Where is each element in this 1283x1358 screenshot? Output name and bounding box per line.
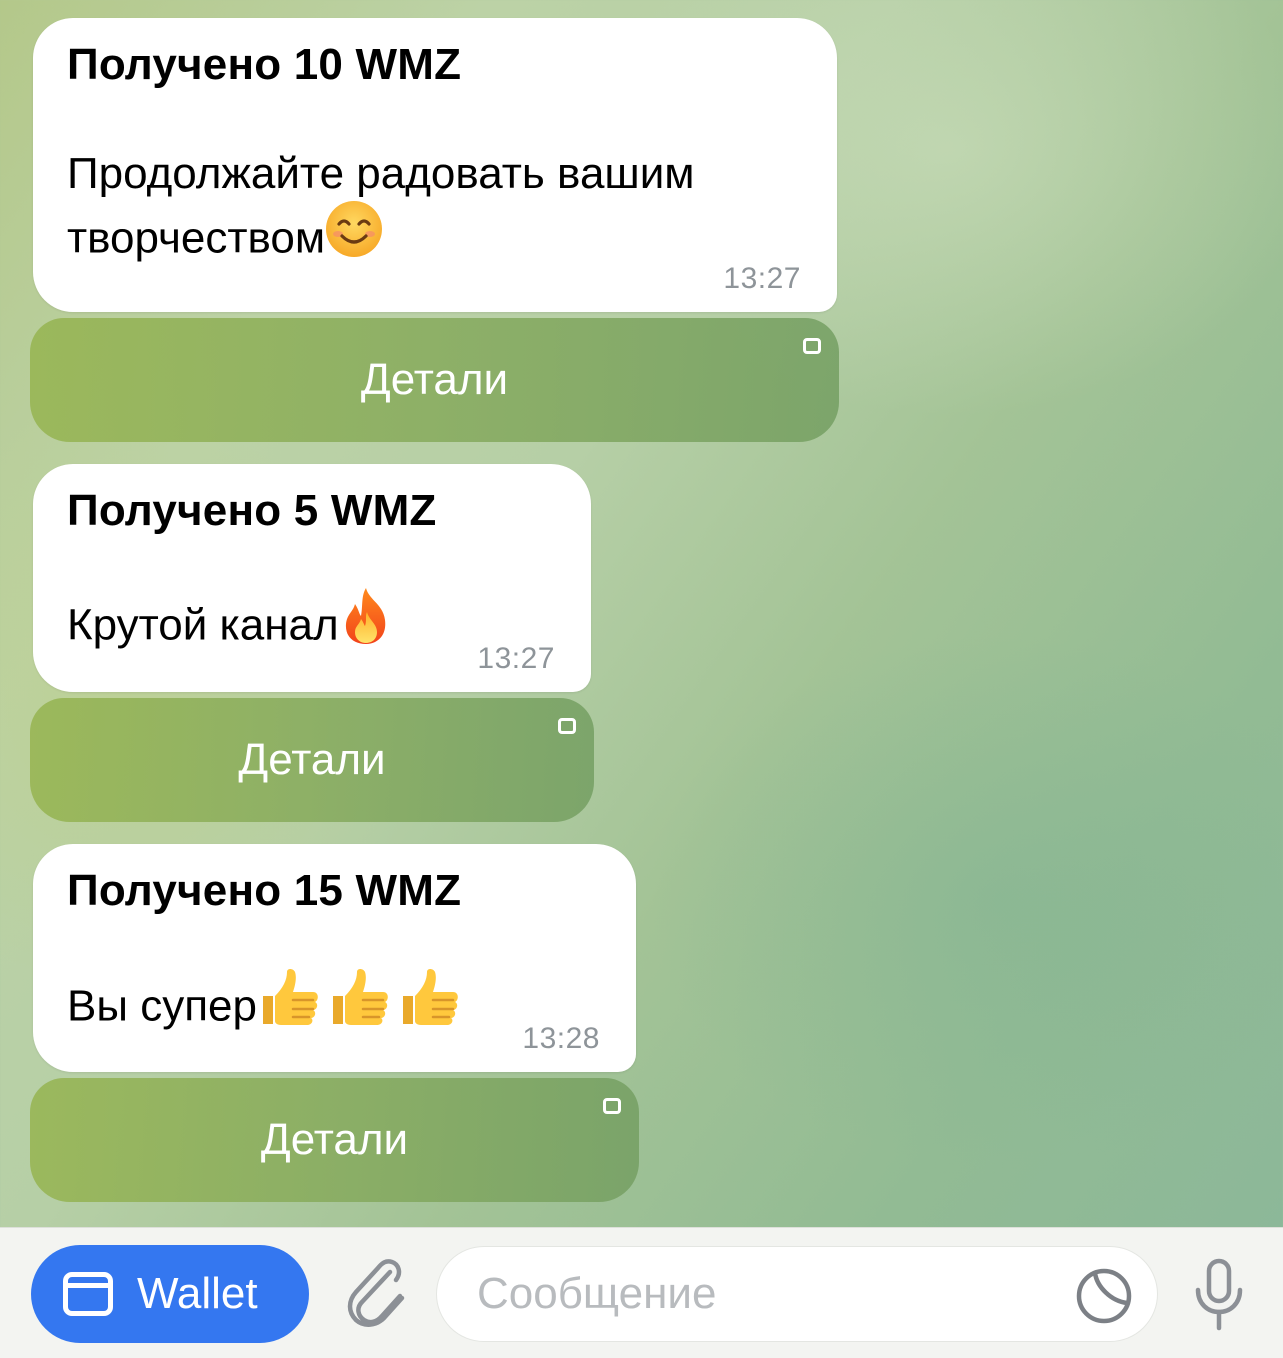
message-bubble: Получено 5 WMZ Крутой канал 13:27 <box>33 464 591 692</box>
message-2: Получено 5 WMZ Крутой канал 13:27 Детали <box>30 464 594 822</box>
wallet-button[interactable]: Wallet <box>31 1245 309 1343</box>
open-app-icon <box>603 1098 621 1114</box>
message-text: Продолжайте радовать вашим творчеством <box>67 144 803 278</box>
message-bubble: Получено 15 WMZ Вы супер 13:28 <box>33 844 636 1072</box>
open-app-icon <box>558 718 576 734</box>
message-title: Получено 5 WMZ <box>67 486 437 535</box>
message-input[interactable]: Сообщение <box>436 1246 1158 1342</box>
fire-emoji <box>339 586 393 662</box>
message-text-content: Вы супер <box>67 981 257 1031</box>
message-title: Получено 15 WMZ <box>67 866 462 915</box>
message-3: Получено 15 WMZ Вы супер 13:28 Детали <box>30 844 639 1202</box>
message-title: Получено 10 WMZ <box>67 40 462 89</box>
paperclip-icon[interactable] <box>340 1258 410 1332</box>
sticker-icon[interactable] <box>1075 1267 1133 1325</box>
message-input-placeholder: Сообщение <box>477 1269 717 1318</box>
open-app-icon <box>803 338 821 354</box>
wallet-button-label: Wallet <box>137 1269 258 1318</box>
thumbs-up-emoji <box>257 966 323 1044</box>
details-button[interactable]: Детали <box>30 318 839 442</box>
message-time: 13:27 <box>723 262 801 295</box>
microphone-icon[interactable] <box>1190 1258 1248 1332</box>
message-1: Получено 10 WMZ Продолжайте радовать ваш… <box>30 18 839 442</box>
message-time: 13:28 <box>522 1022 600 1055</box>
details-button[interactable]: Детали <box>30 1078 639 1202</box>
message-time: 13:27 <box>477 642 555 675</box>
wallet-icon <box>63 1272 113 1316</box>
thumbs-up-emoji <box>327 966 393 1044</box>
details-button-label: Детали <box>238 735 386 784</box>
input-bar: Wallet Сообщение <box>0 1227 1283 1358</box>
smiling-face-emoji <box>325 200 383 274</box>
message-bubble: Получено 10 WMZ Продолжайте радовать ваш… <box>33 18 837 312</box>
thumbs-up-emoji <box>397 966 463 1044</box>
message-text-content: Крутой канал <box>67 600 339 650</box>
details-button-label: Детали <box>260 1115 409 1164</box>
details-button[interactable]: Детали <box>30 698 594 822</box>
chat-area[interactable]: Получено 10 WMZ Продолжайте радовать ваш… <box>0 0 1283 1227</box>
details-button-label: Детали <box>360 355 509 404</box>
